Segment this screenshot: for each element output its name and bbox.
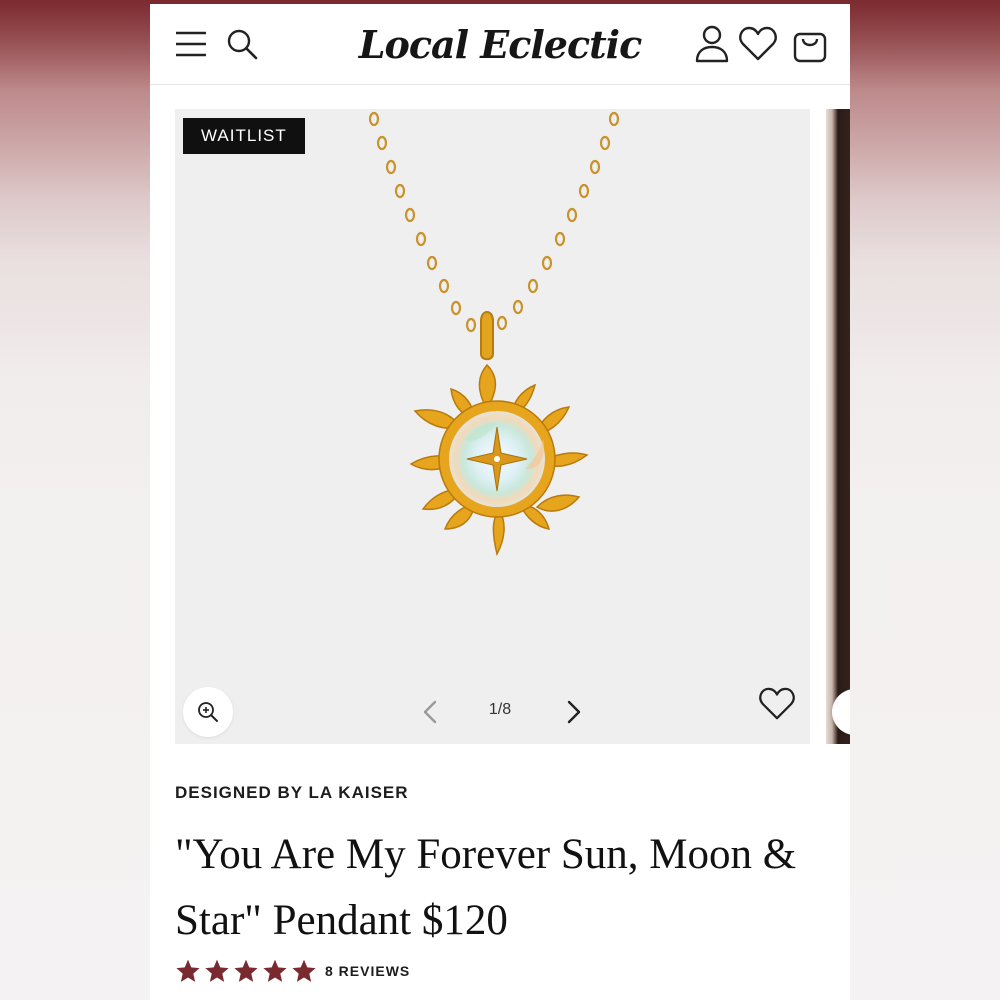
review-count[interactable]: 8 REVIEWS <box>325 963 410 979</box>
product-gallery[interactable]: WAITLIST 1/8 <box>175 109 810 744</box>
previous-image-button[interactable] <box>413 694 447 730</box>
product-rating[interactable]: 8 REVIEWS <box>175 958 410 984</box>
image-counter: 1/8 <box>488 701 512 718</box>
star-icon <box>176 959 200 982</box>
heart-icon <box>759 687 795 720</box>
star-icon <box>263 959 287 982</box>
zoom-in-icon <box>198 702 218 722</box>
phone-screen: Local Eclectic WAITLIST 1/8 DESIGNED BY … <box>150 0 850 1000</box>
wishlist-button[interactable] <box>736 22 780 66</box>
logo-text: Local Eclectic <box>358 21 642 67</box>
rating-stars <box>175 958 317 984</box>
search-icon <box>227 29 258 60</box>
pendant-bail <box>480 311 494 361</box>
chevron-right-icon <box>567 700 581 724</box>
search-button[interactable] <box>222 24 262 64</box>
star-icon <box>234 959 258 982</box>
necklace-chain <box>368 111 620 333</box>
background-right <box>850 0 1000 1000</box>
designer-credit[interactable]: DESIGNED BY LA KAISER <box>175 783 409 803</box>
zoom-button[interactable] <box>183 687 233 737</box>
next-image-button[interactable] <box>557 694 591 730</box>
favorite-button[interactable] <box>755 682 799 726</box>
menu-icon <box>176 31 206 57</box>
cart-button[interactable] <box>788 22 832 66</box>
product-title: "You Are My Forever Sun, Moon & Star" Pe… <box>175 831 797 944</box>
badge-label: WAITLIST <box>201 126 287 145</box>
product-image <box>368 111 620 557</box>
account-icon <box>695 25 729 63</box>
star-icon <box>292 959 316 982</box>
next-slide-preview[interactable] <box>826 109 850 744</box>
site-header: Local Eclectic <box>150 4 850 85</box>
menu-button[interactable] <box>172 24 210 64</box>
star-icon <box>205 959 229 982</box>
shopping-bag-icon <box>793 32 827 63</box>
heart-icon <box>739 26 777 61</box>
waitlist-badge: WAITLIST <box>183 118 305 154</box>
store-logo[interactable]: Local Eclectic <box>325 14 675 74</box>
account-button[interactable] <box>690 22 734 66</box>
background-left <box>0 0 150 1000</box>
chevron-left-icon <box>423 700 437 724</box>
next-slide-zoom-button[interactable] <box>832 689 850 735</box>
